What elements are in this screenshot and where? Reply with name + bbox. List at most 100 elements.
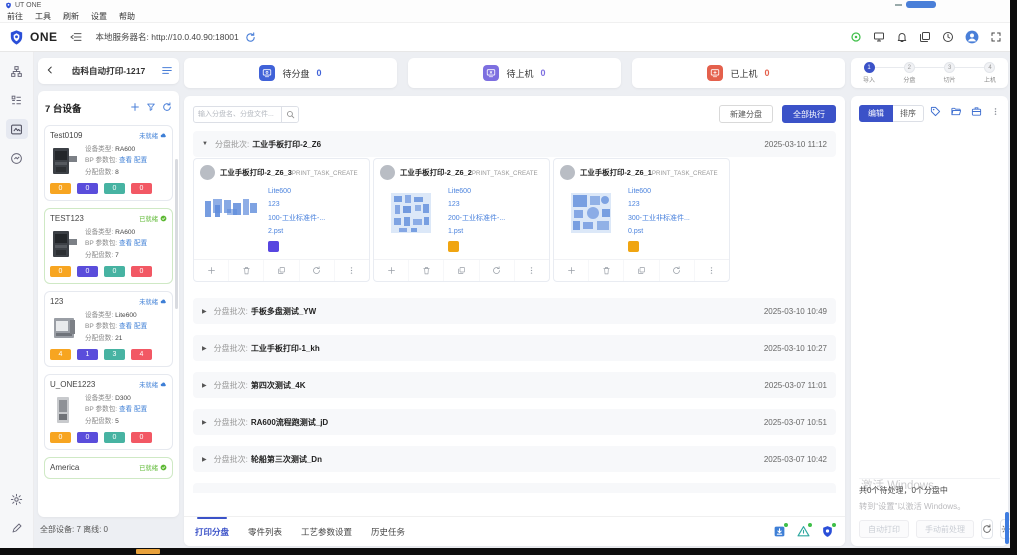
slice-service-icon[interactable] (797, 525, 810, 538)
sitemap-icon[interactable] (6, 61, 28, 81)
step-import: 1 导入 (863, 62, 875, 84)
refresh-icon[interactable] (660, 260, 695, 281)
more-kebab-icon[interactable] (991, 104, 1000, 122)
refresh-icon[interactable] (480, 260, 515, 281)
add-icon[interactable] (554, 260, 589, 281)
pen-tool-icon[interactable] (6, 518, 28, 538)
folder-open-icon[interactable] (950, 104, 962, 122)
batch-row[interactable]: ▶ 分盘批次: 轮船第三次测试_Dn 2025-03-07 10:42 (193, 446, 836, 472)
notifications-bell-icon[interactable] (896, 31, 908, 43)
bp-view-link[interactable]: 查看 (119, 240, 132, 247)
stepper-track (875, 67, 984, 68)
refresh-button[interactable] (981, 519, 993, 539)
window-control-pill[interactable] (906, 1, 936, 8)
device-card[interactable]: 123 未就绪 设备类型: Lite600 BP 参数包: 查看 配置 分配盘数… (44, 291, 173, 367)
delete-icon[interactable] (229, 260, 264, 281)
window-scrollbar-thumb[interactable] (1005, 512, 1009, 544)
bp-config-link[interactable]: 配置 (134, 157, 147, 164)
settings-gear-icon[interactable] (6, 489, 28, 509)
auto-print-button[interactable]: 自动打印 (859, 520, 909, 538)
batch-date: 2025-03-10 10:49 (764, 307, 827, 316)
device-card[interactable]: America 已就绪 (44, 457, 173, 479)
bp-view-link[interactable]: 查看 (119, 323, 132, 330)
monitor-dashboard-icon[interactable] (6, 148, 28, 168)
back-arrow-icon[interactable] (45, 62, 55, 80)
more-kebab-icon[interactable] (335, 260, 369, 281)
project-menu-icon[interactable] (162, 62, 172, 80)
search-input[interactable] (194, 107, 281, 122)
bp-view-link[interactable]: 查看 (119, 406, 132, 413)
device-card[interactable]: TEST123 已就绪 设备类型: RA600 BP 参数包: 查看 配置 分配… (44, 208, 173, 284)
device-list-scrollbar[interactable] (175, 159, 178, 309)
connection-status-icon[interactable] (850, 31, 862, 43)
add-icon[interactable] (374, 260, 409, 281)
bp-view-link[interactable]: 查看 (119, 157, 132, 164)
refresh-icon[interactable] (300, 260, 335, 281)
device-counters: 0 0 0 0 (50, 183, 167, 194)
tab-history-tasks[interactable]: 历史任务 (371, 517, 405, 546)
menu-item-settings[interactable]: 设置 (91, 11, 107, 22)
menu-item-go[interactable]: 前往 (7, 11, 23, 22)
device-card[interactable]: U_ONE1223 未就绪 设备类型: D300 BP 参数包: 查看 配置 分… (44, 374, 173, 450)
fullscreen-icon[interactable] (990, 31, 1002, 43)
plate-thumbnail (201, 185, 261, 259)
menu-item-tools[interactable]: 工具 (35, 11, 51, 22)
plate-card[interactable]: 工业手板打印-2_Z6_1PRINT_TASK_CREATE Lite600 1… (553, 158, 730, 282)
user-avatar[interactable] (965, 30, 979, 44)
shield-service-icon[interactable] (821, 525, 834, 538)
project-title: 齿科自动打印-1217 (55, 65, 162, 77)
menu-item-help[interactable]: 帮助 (119, 11, 135, 22)
delete-icon[interactable] (409, 260, 444, 281)
add-icon[interactable] (194, 260, 229, 281)
tab-print-plate[interactable]: 打印分盘 (195, 517, 229, 546)
server-refresh-icon[interactable] (245, 32, 256, 43)
print-plate-view-icon[interactable] (6, 119, 28, 139)
briefcase-icon[interactable] (971, 104, 982, 122)
history-clock-icon[interactable] (942, 31, 954, 43)
sort-button[interactable]: 排序 (893, 105, 924, 122)
bp-config-link[interactable]: 配置 (134, 406, 147, 413)
copy-icon[interactable] (444, 260, 479, 281)
tag-icon[interactable] (930, 104, 941, 122)
filter-funnel-icon[interactable] (146, 99, 156, 117)
new-batch-button[interactable]: 新建分盘 (719, 105, 773, 123)
device-name: America (50, 463, 79, 472)
edit-button[interactable]: 编辑 (859, 105, 893, 122)
batch-row[interactable]: ▶ 分盘批次: 手板多盘测试_YW 2025-03-10 10:49 (193, 298, 836, 324)
server-address: 本地服务器名: http://10.0.40.90:18001 (96, 31, 239, 43)
stat-on-machine[interactable]: 已上机 0 (632, 58, 845, 88)
batch-row-expanded[interactable]: ▼ 分盘批次: 工业手板打印-2_Z6 2025-03-10 11:12 (193, 131, 836, 157)
more-kebab-icon[interactable] (695, 260, 729, 281)
plate-card[interactable]: 工业手板打印-2_Z6_3PRINT_TASK_CREATE Lite600 1… (193, 158, 370, 282)
copy-icon[interactable] (264, 260, 299, 281)
import-service-icon[interactable] (773, 525, 786, 538)
delete-icon[interactable] (589, 260, 624, 281)
menu-item-refresh[interactable]: 刷新 (63, 11, 79, 22)
bp-config-link[interactable]: 配置 (134, 323, 147, 330)
minimize-button[interactable] (895, 4, 902, 6)
execute-all-button[interactable]: 全部执行 (782, 105, 836, 123)
add-device-icon[interactable] (130, 99, 140, 117)
bp-config-link[interactable]: 配置 (134, 240, 147, 247)
sidebar-collapse-icon[interactable] (70, 32, 82, 42)
layers-icon[interactable] (919, 31, 931, 43)
stat-pending-plate[interactable]: 待分盘 0 (184, 58, 397, 88)
batch-row[interactable]: ▶ 分盘批次: RA600流程跑测试_jD 2025-03-07 10:51 (193, 409, 836, 435)
batch-row-partial[interactable] (193, 483, 836, 493)
batch-row[interactable]: ▶ 分盘批次: 第四次测试_4K 2025-03-07 11:01 (193, 372, 836, 398)
manual-preprocess-button[interactable]: 手动前处理 (916, 520, 974, 538)
refresh-devices-icon[interactable] (162, 99, 172, 117)
copy-icon[interactable] (624, 260, 659, 281)
tab-process-params[interactable]: 工艺参数设置 (301, 517, 352, 546)
task-list-icon[interactable] (6, 90, 28, 110)
stat-value: 0 (317, 68, 322, 78)
search-icon[interactable] (281, 107, 298, 122)
device-card[interactable]: Test0109 未就绪 设备类型: RA600 BP 参数包: 查看 配置 分… (44, 125, 173, 201)
tab-part-list[interactable]: 零件列表 (248, 517, 282, 546)
plate-card[interactable]: 工业手板打印-2_Z6_2PRINT_TASK_CREATE Lite600 1… (373, 158, 550, 282)
more-kebab-icon[interactable] (515, 260, 549, 281)
devices-icon[interactable] (873, 31, 885, 43)
stat-pending-machine[interactable]: 待上机 0 (408, 58, 621, 88)
device-info: 设备类型: RA600 BP 参数包: 查看 配置 分配盘数: 7 (85, 227, 147, 261)
batch-row[interactable]: ▶ 分盘批次: 工业手板打印-1_kh 2025-03-10 10:27 (193, 335, 836, 361)
